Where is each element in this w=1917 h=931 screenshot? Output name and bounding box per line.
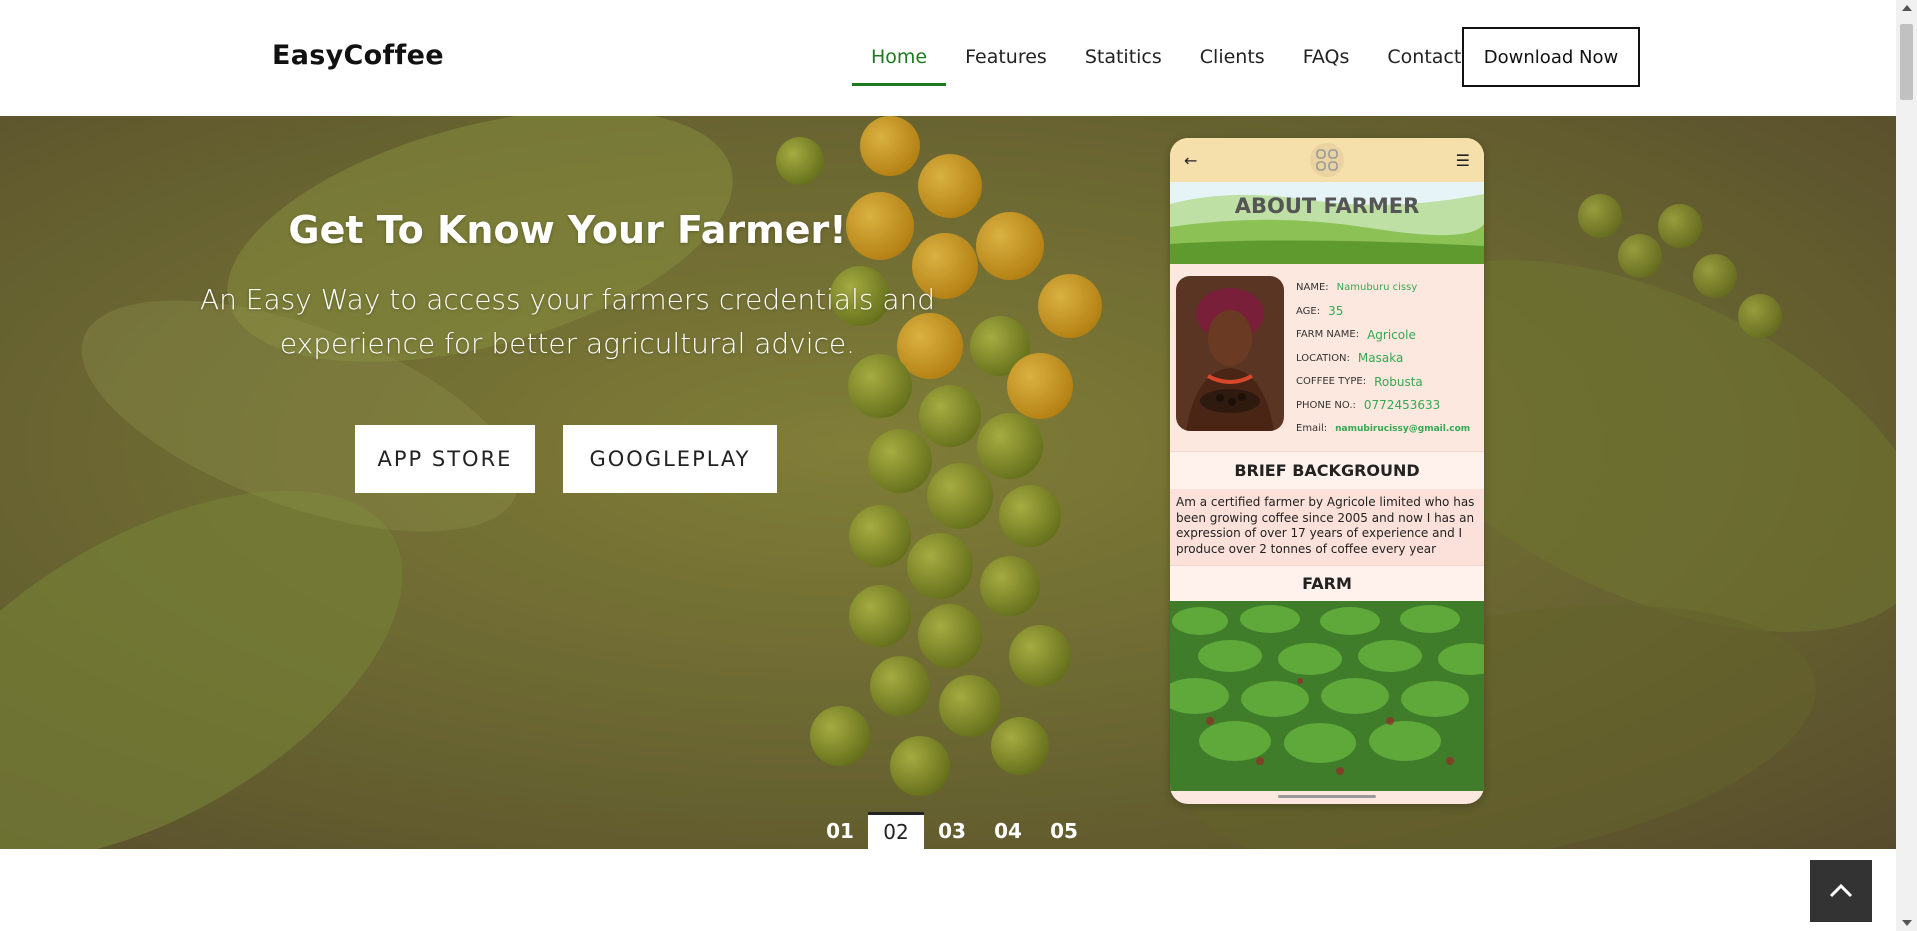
nav-item-statistics[interactable]: Statitics [1066,28,1181,86]
grid-icon [1309,143,1344,177]
arrow-left-icon: ← [1184,150,1198,170]
brand-logo[interactable]: EasyCoffee [272,40,444,71]
about-farmer-title: ABOUT FARMER [1234,194,1420,218]
hero-section: Get To Know Your Farmer! An Easy Way to … [0,116,1896,849]
google-play-button[interactable]: GOOGLEPLAY [563,425,777,493]
phone-mockup: ← ☰ ABOUT FARMER NAME: Namuburu cissy AG… [1170,138,1484,804]
field-phone: PHONE NO.: 0772453633 [1296,398,1441,413]
brief-background-text: Am a certified farmer by Agricole limite… [1170,489,1484,565]
nav-item-features[interactable]: Features [946,28,1066,86]
hero-text-block: Get To Know Your Farmer! An Easy Way to … [200,208,935,366]
farmer-photo [1176,276,1284,431]
scroll-down-arrow-icon[interactable] [1902,920,1912,926]
field-coffee-type: COFFEE TYPE: Robusta [1296,374,1423,389]
navbar: EasyCoffee Home Features Statitics Clien… [0,0,1896,116]
phone-app-bar: ← ☰ [1170,138,1484,182]
chevron-up-icon [1829,883,1853,898]
field-farm-name: FARM NAME: Agricole [1296,327,1416,342]
main-nav: Home Features Statitics Clients FAQs Con… [852,28,1480,86]
farm-title: FARM [1170,565,1484,601]
download-now-button[interactable]: Download Now [1462,27,1640,87]
about-farmer-header: ABOUT FARMER [1170,182,1484,264]
nav-item-faqs[interactable]: FAQs [1284,28,1369,86]
brief-background-title: BRIEF BACKGROUND [1170,451,1484,489]
hero-subtitle: An Easy Way to access your farmers crede… [200,283,936,360]
pager-item-01[interactable]: 01 [812,812,868,849]
hamburger-menu-icon: ☰ [1455,150,1470,170]
app-store-button[interactable]: APP STORE [355,425,535,493]
field-email: Email: namubirucissy@gmail.com [1296,423,1471,435]
pager-item-03[interactable]: 03 [924,812,980,849]
nav-item-clients[interactable]: Clients [1181,28,1284,86]
scrollbar-thumb[interactable] [1900,24,1913,100]
farmer-fields: NAME: Namuburu cissy AGE: 35 FARM NAME: Agr… [1296,276,1470,441]
nav-item-home[interactable]: Home [852,28,947,86]
page-scrollbar[interactable] [1896,0,1917,931]
slide-pager: 01 02 03 04 05 [812,812,1092,849]
farm-image [1170,601,1484,791]
field-name: NAME: Namuburu cissy [1296,282,1418,294]
scroll-up-arrow-icon[interactable] [1902,5,1912,11]
phone-home-indicator [1278,795,1376,798]
farmer-profile: NAME: Namuburu cissy AGE: 35 FARM NAME: Agr… [1170,264,1484,451]
field-age: AGE: 35 [1296,304,1344,319]
back-to-top-button[interactable] [1810,860,1872,922]
pager-item-05[interactable]: 05 [1036,812,1092,849]
field-location: LOCATION: Masaka [1296,351,1404,366]
pager-item-02[interactable]: 02 [868,812,924,849]
pager-item-04[interactable]: 04 [980,812,1036,849]
hero-title: Get To Know Your Farmer! [288,208,847,252]
